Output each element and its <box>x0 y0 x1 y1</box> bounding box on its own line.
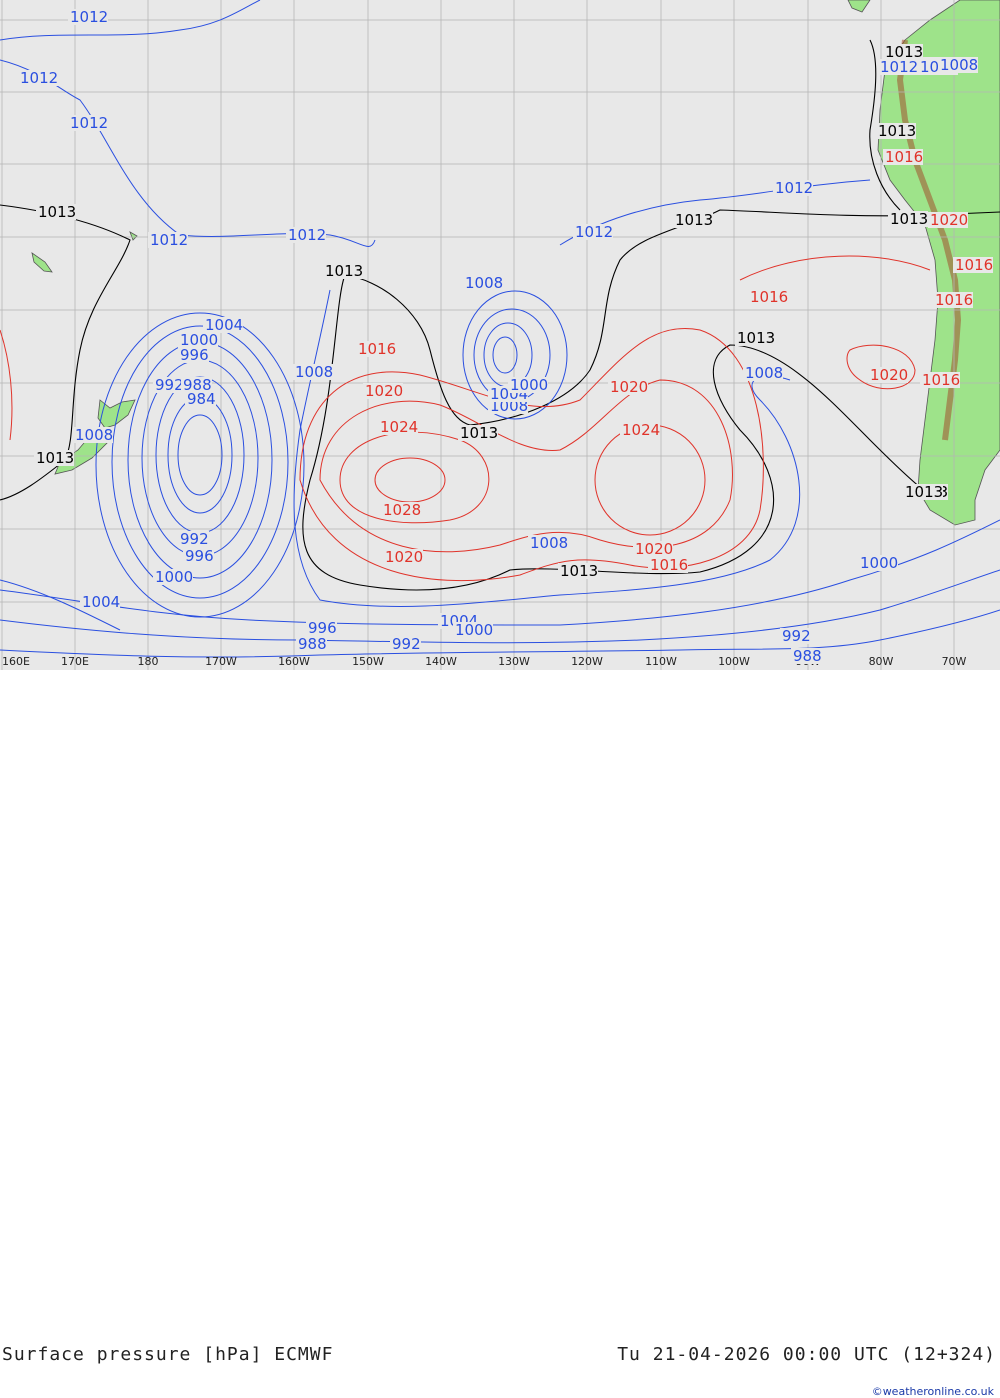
longitude-label: 170E <box>61 655 89 668</box>
isobar-label-low: 1000 <box>155 568 193 586</box>
longitude-label: 70W <box>942 655 967 668</box>
isobar-label-high: 1016 <box>750 288 788 306</box>
isobar-label-high: 1024 <box>622 421 660 439</box>
isobar-label-low: 1008 <box>295 363 333 381</box>
isobar-label-low: 1000 <box>860 554 898 572</box>
isobar-label-low: 992 <box>782 627 811 645</box>
isobar-label-standard: 1013 <box>36 449 74 467</box>
longitude-label: 120W <box>571 655 603 668</box>
new-zealand-north <box>97 399 136 429</box>
isobar-label-high: 1020 <box>930 211 968 229</box>
isobars-high-group <box>0 255 931 582</box>
isobar-label-low: 1008 <box>465 274 503 292</box>
isobar-label-standard: 1013 <box>460 424 498 442</box>
isobar-label-high: 1020 <box>870 366 908 384</box>
isobar-label-low: 1008 <box>745 364 783 382</box>
isobar-label-low: 1012 <box>775 179 813 197</box>
isobar-label-high: 1020 <box>365 382 403 400</box>
isobar-label-standard: 1013 <box>885 43 923 61</box>
isobar-1013-upper <box>344 209 1000 426</box>
longitude-label: 160E <box>2 655 30 668</box>
longitude-label: 150W <box>352 655 384 668</box>
isobar-label-low: 992 <box>155 376 184 394</box>
isobar-label-low: 984 <box>187 390 216 408</box>
isobar-label-low: 996 <box>180 346 209 364</box>
lat-lon-grid <box>0 0 1000 670</box>
isobar-label-high: 1020 <box>610 378 648 396</box>
isobar-label-low: 1000 <box>455 621 493 639</box>
longitude-label: 100W <box>718 655 750 668</box>
isobar-label-low: 992 <box>180 530 209 548</box>
isobar-label-high: 1016 <box>358 340 396 358</box>
credit-link[interactable]: ©weatheronline.co.uk <box>872 1385 994 1398</box>
isobar-label-standard: 1013 <box>878 122 916 140</box>
isobar-label-low: 996 <box>185 547 214 565</box>
fiji-islands <box>129 231 138 241</box>
isobar-label-high: 1016 <box>885 148 923 166</box>
map-footer: Surface pressure [hPa] ECMWF Tu 21-04-20… <box>0 670 1000 1398</box>
isobar-label-standard: 1013 <box>737 329 775 347</box>
isobar-label-low: 1008 <box>75 426 113 444</box>
isobar-label-low: 1008 <box>940 56 978 74</box>
longitude-label: 110W <box>645 655 677 668</box>
isobar-label-high: 1016 <box>922 371 960 389</box>
isobar-label-low: 1000 <box>510 376 548 394</box>
isobar-label-standard: 1013 <box>890 210 928 228</box>
isobar-label-high: 1024 <box>380 418 418 436</box>
isobar-label-high: 1016 <box>935 291 973 309</box>
isobar-labels: 1012101210121012101210121012101210081008… <box>18 8 993 665</box>
isobar-label-high: 1016 <box>650 556 688 574</box>
longitude-label: 180 <box>138 655 159 668</box>
isobars-low-group <box>0 0 1000 658</box>
isobar-label-low: 1012 <box>20 69 58 87</box>
central-america-land <box>847 0 871 13</box>
valid-time: Tu 21-04-2026 00:00 UTC (12+324) <box>617 1344 996 1365</box>
isobar-label-low: 1012 <box>575 223 613 241</box>
isobar-label-standard: 1013 <box>675 211 713 229</box>
longitude-label: 170W <box>205 655 237 668</box>
isobar-label-standard: 1013 <box>325 262 363 280</box>
isobars <box>0 0 1000 658</box>
isobar-label-low: 988 <box>793 647 822 665</box>
longitude-label: 140W <box>425 655 457 668</box>
isobar-label-low: 1012 <box>70 114 108 132</box>
land-masses <box>31 0 1000 526</box>
pressure-map: 160E 170E 180 170W 160W 150W 140W 130W 120W 110W 1… <box>0 0 1000 670</box>
isobar-label-standard: 1013 <box>905 483 943 501</box>
isobar-label-low: 992 <box>392 635 421 653</box>
isobar-label-low: 1012 <box>288 226 326 244</box>
isobar-label-high: 1016 <box>955 256 993 274</box>
longitude-label: 130W <box>498 655 530 668</box>
isobar-label-low: 1012 <box>70 8 108 26</box>
longitude-label: 80W <box>869 655 894 668</box>
isobar-label-high: 1020 <box>385 548 423 566</box>
isobar-label-high: 1028 <box>383 501 421 519</box>
isobar-label-standard: 1013 <box>38 203 76 221</box>
isobar-label-low: 1012 <box>150 231 188 249</box>
isobar-label-low: 1004 <box>82 593 120 611</box>
map-canvas: 160E 170E 180 170W 160W 150W 140W 130W 120W 110W 1… <box>0 0 1000 670</box>
new-caledonia <box>31 252 53 273</box>
longitude-label: 160W <box>278 655 310 668</box>
isobar-label-low: 988 <box>298 635 327 653</box>
map-title: Surface pressure [hPa] ECMWF <box>2 1344 334 1365</box>
isobar-label-low: 1008 <box>530 534 568 552</box>
isobar-label-standard: 1013 <box>560 562 598 580</box>
